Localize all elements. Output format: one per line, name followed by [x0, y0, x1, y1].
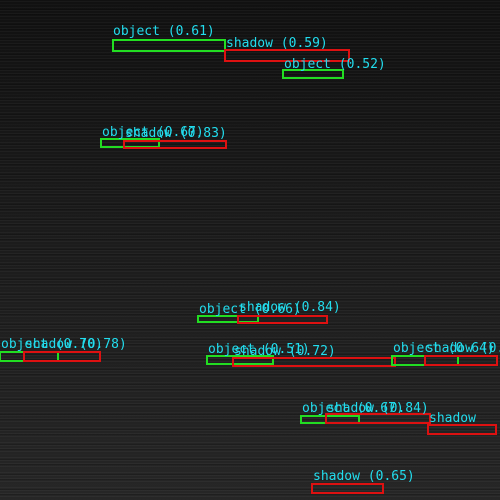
shadow-detection-label: shadow (0.59) — [226, 36, 328, 51]
shadow-detection-label: shadow (0.72) — [234, 344, 336, 359]
shadow-detection-label: shadow (0.78) — [25, 337, 127, 352]
shadow-bounding-box — [424, 355, 498, 366]
shadow-bounding-box — [311, 483, 384, 494]
shadow-bounding-box — [427, 424, 497, 435]
shadow-detection-label: shadow — [429, 411, 476, 426]
object-detection-label: object (0.61) — [113, 24, 215, 39]
object-detection-label: object (0.52) — [284, 57, 386, 72]
shadow-detection-label: shadow (0.83) — [125, 126, 227, 141]
object-bounding-box — [300, 415, 360, 424]
shadow-bounding-box — [23, 351, 101, 362]
detection-image: object (0.61) shadow (0.59) object (0.52) o… — [0, 0, 500, 500]
shadow-detection-label: shadow (0.60) — [426, 341, 500, 356]
shadow-detection-label: shadow (0.84) — [327, 401, 429, 416]
detection-overlay: object (0.61)shadow (0.59)object (0.52)o… — [0, 24, 500, 494]
object-bounding-box — [0, 351, 59, 362]
object-bounding-box — [112, 39, 226, 52]
shadow-detection-label: shadow (0.84) — [239, 300, 341, 315]
shadow-detection-label: shadow (0.65) — [313, 469, 415, 484]
